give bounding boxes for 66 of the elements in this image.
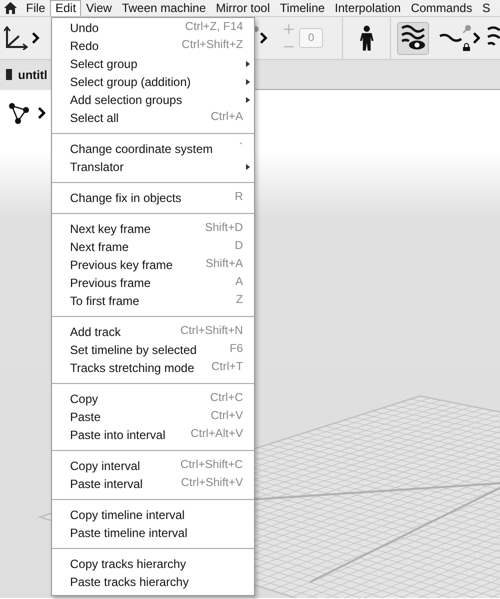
shortcut-label: Ctrl+Z, F14 bbox=[185, 20, 243, 36]
menu-item[interactable]: Select group bbox=[52, 55, 254, 73]
shortcut-label: Ctrl+T bbox=[211, 360, 243, 376]
menu-item[interactable]: Paste tracks hierarchy bbox=[52, 573, 254, 591]
menu-item[interactable]: Paste timeline interval bbox=[52, 524, 254, 542]
menu-item[interactable]: Select all Ctrl+A bbox=[52, 109, 254, 127]
menu-item[interactable]: Add track Ctrl+Shift+N bbox=[52, 323, 254, 341]
curve-icon bbox=[439, 33, 463, 43]
menu-item[interactable]: View bbox=[81, 0, 117, 16]
shortcut-label: Ctrl+C bbox=[210, 391, 243, 406]
menu-item[interactable]: Add selection groups bbox=[52, 91, 254, 109]
shortcut-label: Ctrl+Shift+C bbox=[180, 458, 243, 474]
menu-item[interactable]: Edit bbox=[50, 0, 82, 16]
menu-item[interactable]: Copy Ctrl+C bbox=[52, 390, 254, 408]
menu-item[interactable]: Translator bbox=[52, 158, 254, 176]
track-visibility-toggle[interactable] bbox=[397, 22, 430, 54]
chevron-icon[interactable] bbox=[472, 32, 480, 44]
document-icon bbox=[6, 69, 12, 80]
menu-item[interactable]: Next frame D bbox=[52, 238, 254, 256]
axes-icon[interactable] bbox=[3, 25, 29, 51]
menu-item[interactable]: S bbox=[477, 0, 496, 16]
menu-item[interactable]: Copy tracks hierarchy bbox=[52, 555, 254, 573]
home-icon[interactable] bbox=[3, 1, 18, 15]
chevron-icon[interactable] bbox=[32, 32, 40, 44]
menu-item[interactable]: Copy interval Ctrl+Shift+C bbox=[52, 457, 254, 475]
key-icon bbox=[462, 25, 471, 33]
menu-item[interactable]: Paste into interval Ctrl+Alt+V bbox=[52, 426, 254, 444]
menu-item[interactable]: Previous frame A bbox=[52, 274, 254, 292]
person-icon bbox=[358, 25, 374, 51]
chevron-icon[interactable] bbox=[38, 107, 46, 119]
menu-item[interactable]: Mirror tool bbox=[210, 0, 275, 16]
menu-item[interactable]: Tween machine bbox=[116, 0, 211, 16]
menu-item[interactable]: Interpolation bbox=[330, 0, 406, 16]
menu-item[interactable]: Undo Ctrl+Z, F14 bbox=[52, 19, 254, 37]
shortcut-label: Shift+A bbox=[206, 257, 243, 272]
shortcut-label: Ctrl+Alt+V bbox=[190, 427, 243, 442]
shortcut-label: Z bbox=[236, 293, 243, 308]
shortcut-label: Ctrl+Shift+V bbox=[181, 476, 243, 492]
menu-item[interactable]: Paste interval Ctrl+Shift+V bbox=[52, 475, 254, 493]
menu-item[interactable]: Next key frame Shift+D bbox=[52, 220, 254, 238]
menu-item[interactable]: Previous key frame Shift+A bbox=[52, 256, 254, 274]
menu-item[interactable]: Change coordinate system ` bbox=[52, 140, 254, 158]
menu-item[interactable]: Redo Ctrl+Shift+Z bbox=[52, 37, 254, 55]
shortcut-label: R bbox=[234, 190, 243, 206]
menu-item[interactable]: Change fix in objects R bbox=[52, 189, 254, 207]
lock-icon bbox=[463, 43, 470, 51]
menu-item[interactable]: Set timeline by selected F6 bbox=[52, 341, 254, 359]
menu-item[interactable]: To first frame Z bbox=[52, 292, 254, 310]
shortcut-label: Ctrl+Shift+Z bbox=[182, 38, 243, 54]
shortcut-label: Ctrl+Shift+N bbox=[180, 324, 243, 340]
chevron-icon[interactable] bbox=[260, 32, 268, 44]
shortcut-label: D bbox=[234, 239, 243, 254]
shortcut-label: F6 bbox=[230, 342, 243, 358]
shortcut-label: Ctrl+A bbox=[210, 110, 243, 126]
menu-item[interactable]: Paste Ctrl+V bbox=[52, 408, 254, 426]
menu-item[interactable]: Select group (addition) bbox=[52, 73, 254, 91]
menu-item[interactable]: Tracks stretching mode Ctrl+T bbox=[52, 359, 254, 377]
graph-icon bbox=[8, 102, 30, 124]
menu-item[interactable]: Copy timeline interval bbox=[52, 506, 254, 524]
menu-item[interactable]: Commands bbox=[406, 0, 478, 16]
menu-item[interactable]: File bbox=[21, 0, 50, 16]
shortcut-label: Ctrl+V bbox=[210, 409, 243, 424]
shortcut-label: A bbox=[235, 275, 243, 290]
shortcut-label: Shift+D bbox=[204, 221, 243, 236]
shortcut-label: ` bbox=[239, 141, 243, 156]
menu-item[interactable]: Timeline bbox=[274, 0, 330, 16]
